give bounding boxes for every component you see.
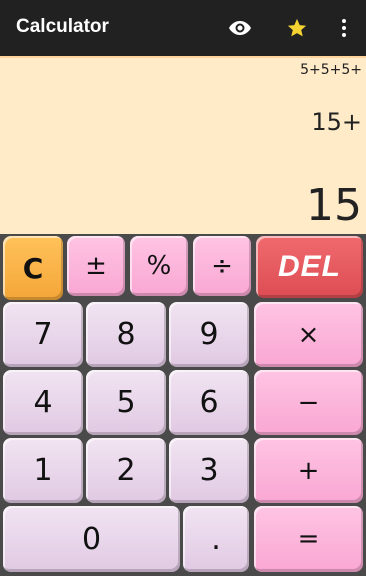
digit-1-button[interactable]: 1 [3, 438, 83, 503]
digit-8-button[interactable]: 8 [86, 302, 166, 367]
digit-7-button[interactable]: 7 [3, 302, 83, 367]
percent-button[interactable]: % [130, 236, 188, 296]
result-value: 15 [306, 180, 362, 231]
app-title: Calculator [16, 16, 109, 37]
calculator-display: 5+5+5+ 15+ 15 [0, 56, 366, 234]
digit-9-button[interactable]: 9 [169, 302, 249, 367]
keypad: C ± % ÷ DEL 7 8 9 × 4 5 6 − 1 2 3 + 0 . … [0, 234, 366, 576]
decimal-point-button[interactable]: . [183, 506, 249, 572]
plus-minus-button[interactable]: ± [67, 236, 125, 296]
digit-4-button[interactable]: 4 [3, 370, 83, 435]
eye-icon[interactable] [228, 16, 252, 40]
app-bar: Calculator [0, 0, 366, 56]
multiply-button[interactable]: × [254, 302, 363, 367]
equals-button[interactable]: = [254, 506, 363, 572]
more-vert-icon[interactable] [332, 16, 356, 40]
divide-button[interactable]: ÷ [193, 236, 251, 296]
digit-2-button[interactable]: 2 [86, 438, 166, 503]
clear-button[interactable]: C [3, 236, 63, 300]
digit-3-button[interactable]: 3 [169, 438, 249, 503]
star-icon[interactable] [285, 16, 309, 40]
digit-5-button[interactable]: 5 [86, 370, 166, 435]
delete-button[interactable]: DEL [256, 236, 363, 298]
current-expression: 15+ [311, 108, 362, 136]
history-line: 5+5+5+ [300, 62, 362, 78]
digit-6-button[interactable]: 6 [169, 370, 249, 435]
plus-button[interactable]: + [254, 438, 363, 503]
minus-button[interactable]: − [254, 370, 363, 435]
digit-0-button[interactable]: 0 [3, 506, 180, 572]
